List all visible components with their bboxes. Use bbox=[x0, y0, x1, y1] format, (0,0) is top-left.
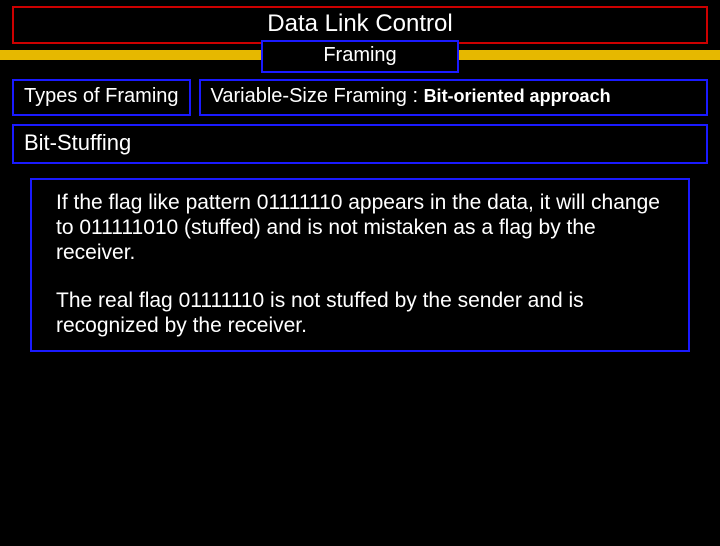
body-text: If the flag like pattern 01111110 appear… bbox=[30, 178, 690, 352]
variable-size-framing-label: Variable-Size Framing : Bit-oriented app… bbox=[199, 79, 708, 116]
paragraph-1: If the flag like pattern 01111110 appear… bbox=[56, 190, 664, 266]
variable-bold: Bit-oriented approach bbox=[424, 86, 611, 106]
bit-stuffing-heading: Bit-Stuffing bbox=[12, 124, 708, 164]
framing-heading: Framing bbox=[261, 40, 458, 73]
types-of-framing-label: Types of Framing bbox=[12, 79, 191, 116]
slide-title: Data Link Control bbox=[12, 6, 708, 44]
paragraph-2: The real flag 01111110 is not stuffed by… bbox=[56, 288, 664, 338]
variable-prefix: Variable-Size Framing : bbox=[211, 85, 424, 107]
